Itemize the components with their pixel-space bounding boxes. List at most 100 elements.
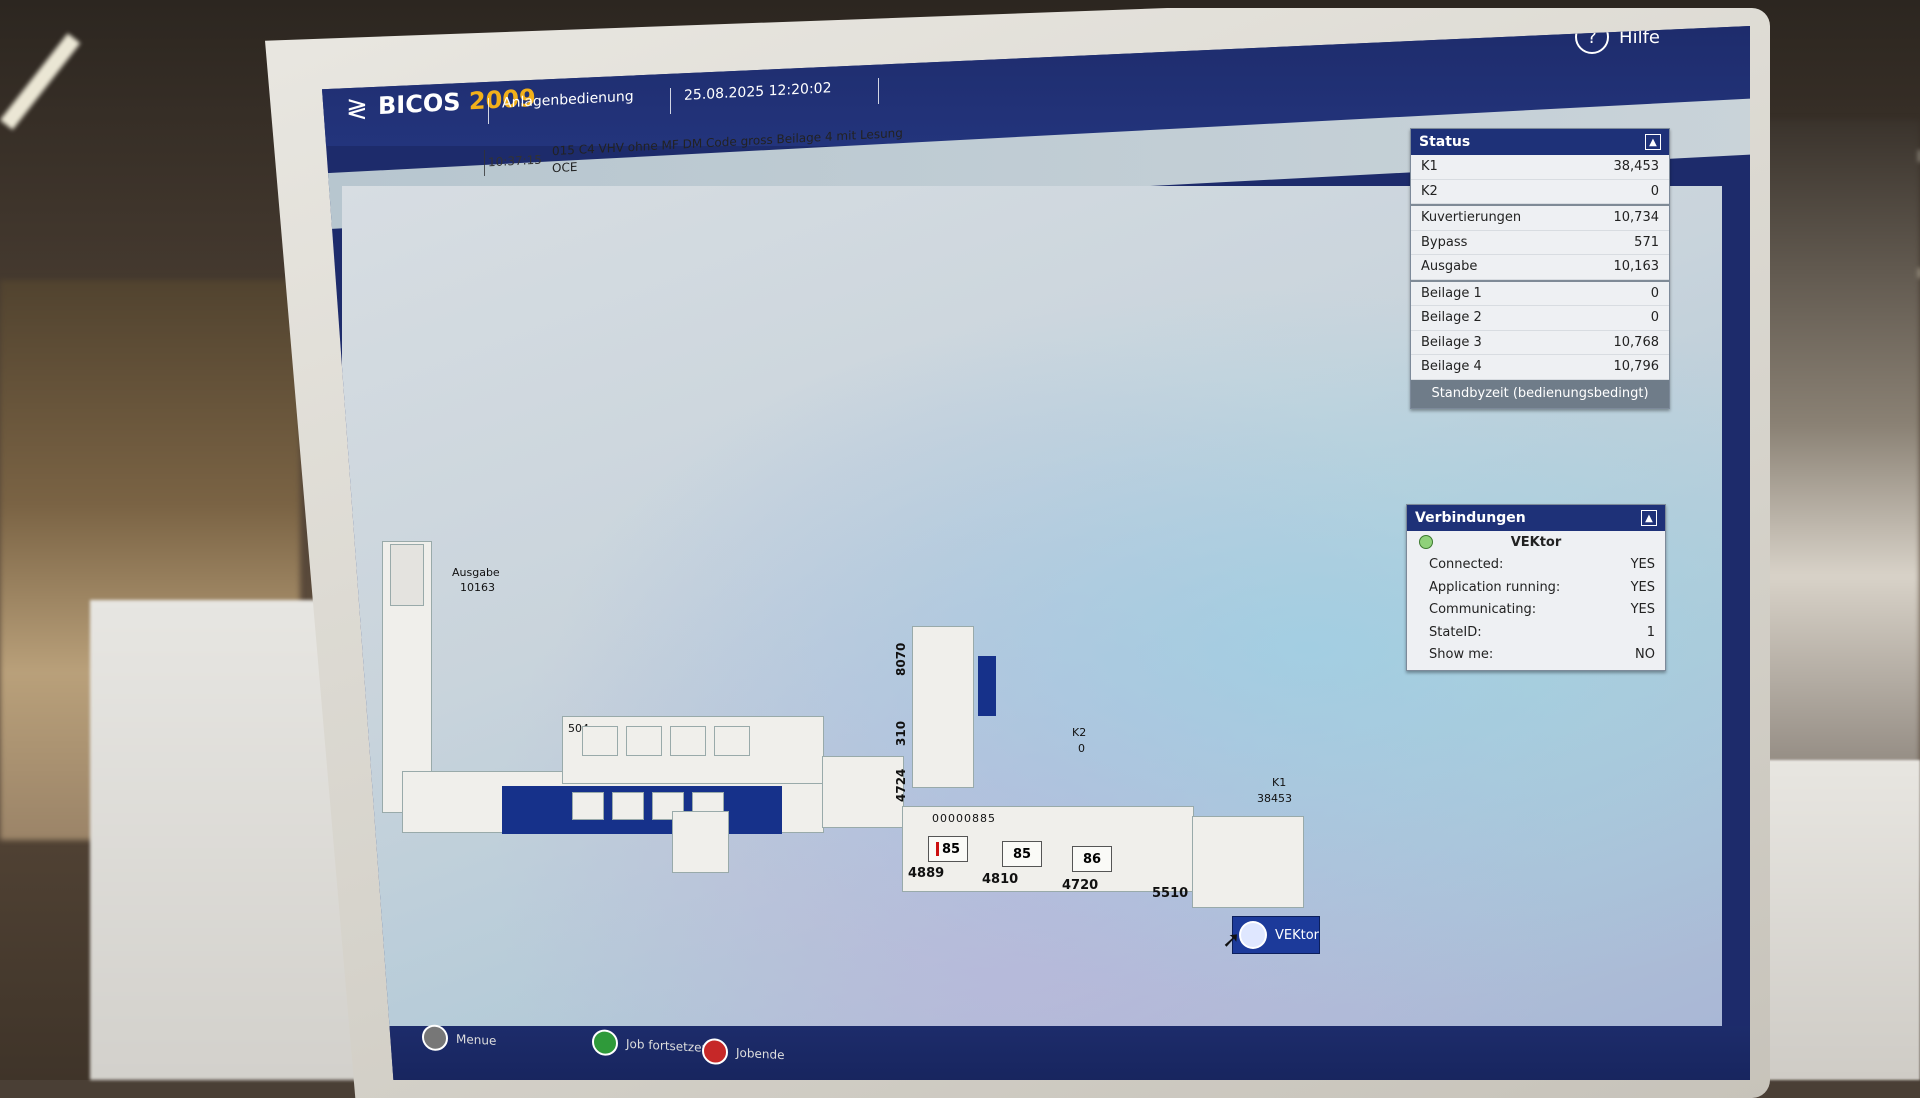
status-label: Ausgabe — [1421, 259, 1478, 275]
connections-panel-header: Verbindungen ▲ — [1407, 505, 1665, 531]
status-panel-header: Status ▲ — [1411, 129, 1669, 155]
feeder[interactable] — [626, 726, 662, 756]
status-value: 0 — [1650, 183, 1659, 199]
bin-85-a[interactable]: 85 — [928, 836, 968, 862]
collapse-icon[interactable]: ▲ — [1641, 510, 1657, 526]
status-label: Beilage 3 — [1421, 334, 1482, 350]
status-label: Beilage 4 — [1421, 359, 1482, 375]
status-value: 10,734 — [1613, 210, 1660, 226]
status-value: 0 — [1650, 310, 1659, 326]
divider — [670, 88, 671, 114]
vektor-button[interactable]: VEKtor — [1232, 916, 1320, 954]
count-4889: 4889 — [908, 866, 945, 881]
bottom-bar: Menue Job fortsetzen Jobende — [322, 1024, 1750, 1080]
connection-row-stateid: StateID: 1 — [1407, 621, 1665, 644]
status-value: 10,768 — [1613, 334, 1660, 350]
connection-label: Application running: — [1429, 579, 1561, 595]
bin-label: 85 — [941, 841, 961, 857]
feeder[interactable] — [714, 726, 750, 756]
status-row-k1: K1 38,453 — [1411, 155, 1669, 180]
message-time: 10:37:15 — [488, 152, 542, 170]
connection-value: YES — [1630, 557, 1655, 573]
job-end-label: Jobende — [736, 1045, 785, 1063]
status-panel-title: Status — [1419, 134, 1471, 150]
status-label: Beilage 2 — [1421, 310, 1482, 326]
bin-label: 86 — [1082, 851, 1102, 867]
connection-label: StateID: — [1429, 624, 1482, 640]
connection-label: Connected: — [1429, 557, 1504, 573]
status-value: 10,796 — [1613, 359, 1660, 375]
label-310: 310 — [894, 720, 908, 746]
collapse-icon[interactable]: ▲ — [1645, 134, 1661, 150]
status-row-k2: K2 0 — [1411, 180, 1669, 204]
divider — [484, 150, 485, 176]
connections-panel-title: Verbindungen — [1415, 510, 1526, 526]
play-icon — [592, 1028, 618, 1057]
bin-label: 85 — [1012, 846, 1032, 862]
connection-name: VEKtor — [1510, 534, 1562, 550]
status-row-beilage3: Beilage 3 10,768 — [1411, 331, 1669, 355]
connection-label: Communicating: — [1429, 602, 1537, 618]
menu-label: Menue — [456, 1031, 497, 1048]
envelope-slot — [612, 792, 644, 820]
status-label: Kuvertierungen — [1421, 210, 1522, 226]
k2-title: K2 — [1072, 726, 1087, 739]
output-stacker-top — [390, 544, 424, 606]
bin-85-b[interactable]: 85 — [1002, 841, 1042, 867]
status-row-beilage1: Beilage 1 0 — [1411, 282, 1669, 306]
status-row-bypass: Bypass 571 — [1411, 231, 1669, 255]
datetime: 25.08.2025 12:20:02 — [684, 80, 832, 104]
status-panel: Status ▲ K1 38,453 K2 0 Kuvertierungen 10,7… — [1410, 128, 1670, 409]
status-label: Bypass — [1421, 234, 1468, 250]
vektor-button-label: VEKtor — [1274, 927, 1319, 943]
connection-value: 1 — [1646, 624, 1655, 640]
connection-row-communicating: Communicating: YES — [1407, 599, 1665, 622]
k1-value: 38453 — [1257, 792, 1292, 805]
status-label: K2 — [1421, 183, 1438, 199]
job-continue-button[interactable]: Job fortsetzen — [592, 1028, 710, 1061]
divider — [488, 98, 489, 124]
count-5510: 5510 — [1152, 886, 1189, 901]
status-row-ausgabe: Ausgabe 10,163 — [1411, 255, 1669, 280]
job-continue-label: Job fortsetzen — [626, 1036, 710, 1056]
label-8070: 8070 — [894, 642, 908, 676]
count-4720: 4720 — [1062, 878, 1099, 893]
count-4810: 4810 — [982, 872, 1019, 887]
transport-section — [822, 756, 904, 828]
status-value: 571 — [1634, 234, 1659, 250]
status-group: Kuvertierungen 10,734 Bypass 571 Ausgabe 10… — [1411, 206, 1669, 282]
feeder-k1[interactable] — [1192, 816, 1304, 908]
menu-icon — [422, 1024, 448, 1052]
status-label: K1 — [1421, 159, 1438, 175]
inserter-unit[interactable] — [672, 811, 729, 873]
marker — [935, 842, 939, 856]
connection-row-showme: Show me: NO — [1407, 644, 1665, 671]
bicos-logo-icon: ≷ — [346, 94, 368, 124]
label-4724: 4724 — [894, 768, 908, 802]
status-label: Beilage 1 — [1421, 285, 1482, 301]
status-led-icon — [1419, 535, 1433, 550]
monitor-screen: ≷ BICOS 2009 Anlagenbedienung 25.08.2025… — [322, 26, 1750, 1080]
ausgabe-title: Ausgabe — [452, 566, 500, 579]
status-row-beilage4: Beilage 4 10,796 — [1411, 355, 1669, 380]
vertical-feeder[interactable] — [912, 626, 974, 788]
connection-label: Show me: — [1429, 647, 1494, 663]
connection-value: NO — [1635, 647, 1655, 663]
k2-value: 0 — [1078, 742, 1085, 755]
job-end-button[interactable]: Jobende — [702, 1037, 785, 1068]
connection-row-application: Application running: YES — [1407, 576, 1665, 599]
connections-panel: Verbindungen ▲ VEKtor Connected: YES Appl… — [1406, 504, 1666, 671]
vertical-feeder-drive — [978, 656, 996, 716]
feeder[interactable] — [670, 726, 706, 756]
bin-86[interactable]: 86 — [1072, 846, 1112, 872]
status-value: 10,163 — [1613, 259, 1660, 275]
envelope-slot — [572, 792, 604, 820]
status-row-beilage2: Beilage 2 0 — [1411, 306, 1669, 331]
status-value: 38,453 — [1613, 159, 1660, 175]
divider — [878, 78, 879, 104]
status-value: 0 — [1650, 285, 1659, 301]
feeder[interactable] — [582, 726, 618, 756]
connection-name-row: VEKtor — [1407, 531, 1665, 554]
k1-title: K1 — [1272, 776, 1287, 789]
menu-button[interactable]: Menue — [422, 1024, 496, 1054]
